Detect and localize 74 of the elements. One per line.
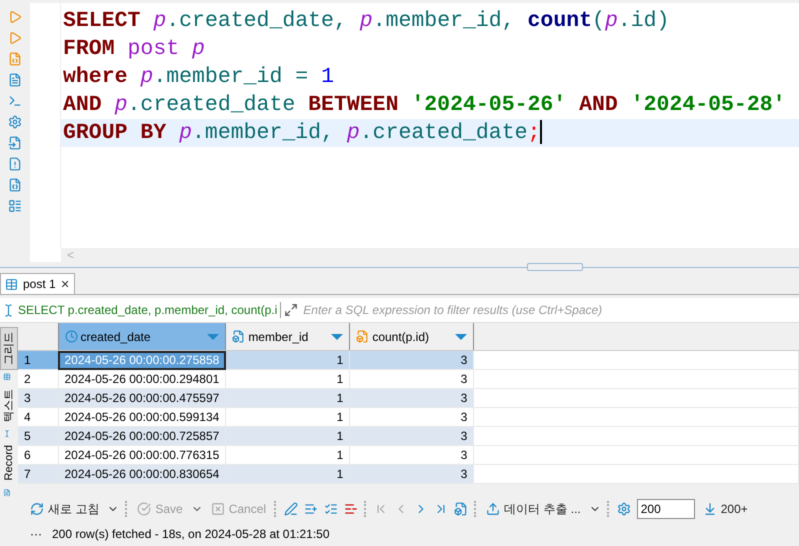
splitter-handle[interactable] (527, 263, 583, 271)
code-line: AND p.created_date BETWEEN '2024-05-26' AND '2024-05-28' (62, 92, 787, 119)
table-cell: 1 (226, 370, 350, 388)
settings-icon[interactable] (616, 502, 631, 516)
table-cell: 1 (226, 426, 350, 446)
table-cell: 3 (350, 446, 474, 464)
row-number-cell[interactable]: 7 (18, 464, 58, 484)
sort-icon[interactable] (331, 334, 344, 340)
refresh-button[interactable]: 새로 고침 (28, 500, 102, 518)
run-icon[interactable] (8, 10, 22, 24)
table-cell: 2024-05-26 00:00:00.275858 (58, 350, 226, 370)
delete-row-icon[interactable] (344, 502, 358, 516)
file-warning-icon[interactable] (8, 157, 22, 171)
code-line: where p.member_id = 1 (62, 64, 335, 91)
table-cell: 1 (226, 464, 350, 484)
settings-icon[interactable] (8, 115, 22, 129)
add-row-icon[interactable] (304, 502, 318, 516)
clock-icon (64, 330, 78, 343)
row-number-cell[interactable]: 6 (18, 446, 58, 464)
row-number-cell[interactable]: 4 (18, 408, 58, 426)
terminal-icon[interactable] (8, 94, 22, 108)
table-cell: 1 (226, 350, 350, 370)
sort-icon[interactable] (455, 334, 468, 340)
cancel-icon (210, 502, 225, 516)
column-header[interactable]: member_id (226, 323, 350, 350)
row-number-cell[interactable]: 3 (18, 388, 58, 408)
code-line: SELECT p.created_date, p.member_id, count(p.id) (62, 8, 670, 35)
table-cell: 2024-05-26 00:00:00.599134 (58, 408, 226, 426)
table-cell: 2024-05-26 00:00:00.830654 (58, 464, 226, 484)
view-tab[interactable]: 그리드 (0, 327, 18, 370)
view-tab[interactable]: Record (0, 440, 18, 486)
table-cell: 3 (350, 388, 474, 408)
table-cell: 3 (350, 370, 474, 388)
refresh-icon (30, 502, 44, 516)
fetch-more-icon (702, 502, 717, 516)
query-text: SELECT p.created_date, p.member_id, count(p.i (18, 303, 278, 317)
table-cell: 2024-05-26 00:00:00.725857 (58, 426, 226, 446)
status-text: 200 row(s) fetched - 18s, on 2024-05-28 at 01:21:50 (52, 527, 330, 541)
close-icon[interactable]: ✕ (60, 278, 70, 290)
column-header[interactable]: count(p.id) (350, 323, 474, 350)
filter-bar[interactable]: SELECT p.created_date, p.member_id, count(p.i Enter a SQL expression to filter results (use Ctrl+Space) (0, 298, 799, 323)
file-import-icon[interactable] (8, 136, 22, 150)
row-number-cell[interactable]: 2 (18, 370, 58, 388)
table-cell: 1 (226, 446, 350, 464)
script-icon[interactable] (8, 52, 22, 66)
document-icon[interactable] (8, 73, 22, 87)
fetch-more-button[interactable]: 200+ (700, 502, 750, 516)
table-cell: 1 (226, 388, 350, 408)
row-number-cell[interactable]: 5 (18, 426, 58, 446)
more-icon[interactable]: ··· (30, 527, 42, 541)
check-icon (137, 502, 152, 516)
corner-cell (18, 323, 58, 350)
expand-icon[interactable] (284, 303, 298, 317)
grid-icon (5, 278, 18, 290)
fetch-size-field[interactable]: 200 (636, 499, 695, 519)
table-cell: 2024-05-26 00:00:00.776315 (58, 446, 226, 464)
table-cell: 1 (226, 408, 350, 426)
table-cell: 3 (350, 408, 474, 426)
table-cell: 2024-05-26 00:00:00.294801 (58, 370, 226, 388)
view-tab[interactable]: 텍스트 (0, 384, 18, 427)
results-tab[interactable]: post 1 ✕ (0, 273, 75, 294)
code-line: FROM post p (62, 36, 206, 63)
file-variables-icon[interactable] (8, 178, 22, 192)
table-cell: 3 (350, 350, 474, 370)
outline-icon[interactable] (8, 199, 22, 213)
table-cell: 3 (350, 426, 474, 446)
upload-icon (486, 502, 500, 516)
table-cell: 3 (350, 464, 474, 484)
table-cell: 2024-05-26 00:00:00.475597 (58, 388, 226, 408)
export-button[interactable]: 데이터 추출 ... (484, 500, 583, 518)
edit-row-icon[interactable] (284, 502, 298, 516)
sort-icon[interactable] (207, 334, 220, 340)
row-number-cell[interactable]: 1 (18, 350, 58, 370)
column-header[interactable]: created_date (58, 323, 226, 350)
